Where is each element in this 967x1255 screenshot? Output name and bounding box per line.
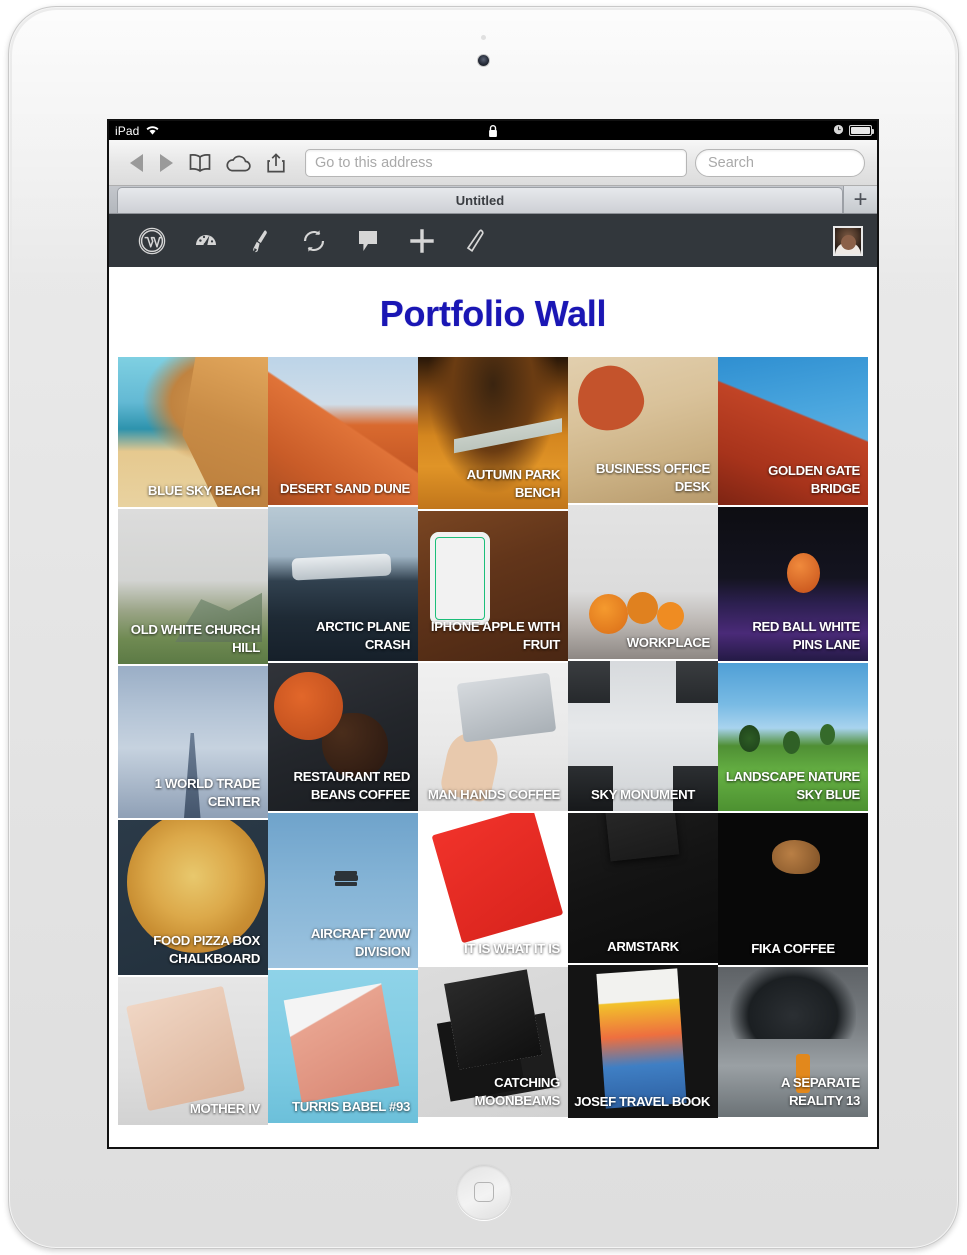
pizza-toppings xyxy=(154,851,178,873)
avatar-face xyxy=(840,235,856,251)
gallery-tile[interactable]: CATCHING MOONBEAMS xyxy=(418,967,568,1117)
portfolio-grid: BLUE SKY BEACH OLD WHITE CHURCH HILL 1 WOR… xyxy=(118,357,868,1125)
gallery-tile[interactable]: IT IS WHAT IT IS xyxy=(418,813,568,965)
gallery-tile[interactable]: ARCTIC PLANE CRASH xyxy=(268,507,418,661)
gallery-tile-caption: SKY MONUMENT xyxy=(591,787,695,803)
gallery-tile-caption: WORKPLACE xyxy=(626,635,711,651)
dashboard-speedometer-icon[interactable] xyxy=(179,214,233,267)
ambient-light-sensor xyxy=(481,35,486,40)
front-camera xyxy=(478,55,489,66)
wordpress-admin-bar xyxy=(109,214,877,267)
forward-arrow-icon[interactable] xyxy=(151,148,181,178)
gallery-tile-caption: AIRCRAFT 2WW DIVISION xyxy=(310,925,410,960)
tab-untitled[interactable]: Untitled xyxy=(117,187,843,213)
gallery-tile[interactable]: AUTUMN PARK BENCH xyxy=(418,357,568,509)
gallery-tile-caption: DESERT SAND DUNE xyxy=(280,481,410,497)
home-square-icon xyxy=(473,1182,494,1202)
gallery-tile-caption: IT IS WHAT IT IS xyxy=(464,941,560,957)
gallery-tile[interactable]: JOSEF TRAVEL BOOK xyxy=(568,965,718,1118)
gallery-tile[interactable]: SKY MONUMENT xyxy=(568,661,718,811)
gallery-tile[interactable]: RESTAURANT RED BEANS COFFEE xyxy=(268,663,418,811)
cloud-icon[interactable] xyxy=(219,148,257,178)
user-avatar[interactable] xyxy=(833,225,863,256)
search-input[interactable]: Search xyxy=(695,148,865,177)
gallery-tile[interactable]: AIRCRAFT 2WW DIVISION xyxy=(268,813,418,968)
page-title: Portfolio Wall xyxy=(379,293,607,334)
status-device-label: iPad xyxy=(115,123,140,138)
comment-bubble-icon[interactable] xyxy=(341,214,395,267)
wifi-icon xyxy=(145,124,160,138)
gallery-tile-caption: LANDSCAPE NATURE SKY BLUE xyxy=(725,768,860,803)
ipad-screen: iPad Go to this address Search Untitled … xyxy=(107,119,879,1149)
gallery-tile[interactable]: BLUE SKY BEACH xyxy=(118,357,268,507)
gallery-tile-caption: JOSEF TRAVEL BOOK xyxy=(574,1094,710,1110)
gallery-tile-caption: ARMSTARK xyxy=(607,939,679,955)
gallery-tile-caption: IPHONE APPLE WITH FRUIT xyxy=(430,618,560,653)
gallery-tile[interactable]: WORKPLACE xyxy=(568,505,718,659)
updates-refresh-icon[interactable] xyxy=(287,214,341,267)
phone-screen xyxy=(437,542,483,615)
lock-icon xyxy=(488,124,499,138)
gallery-tile-caption: RESTAURANT RED BEANS COFFEE xyxy=(293,768,411,803)
gallery-tile-caption: ARCTIC PLANE CRASH xyxy=(316,618,410,653)
share-icon[interactable] xyxy=(257,148,295,178)
wordpress-logo-icon[interactable] xyxy=(125,214,179,267)
gallery-tile-caption: RED BALL WHITE PINS LANE xyxy=(752,618,860,653)
paintbrush-icon[interactable] xyxy=(233,214,287,267)
address-bar[interactable]: Go to this address xyxy=(305,148,687,177)
gallery-tile[interactable]: FOOD PIZZA BOX CHALKBOARD xyxy=(118,820,268,975)
battery-icon xyxy=(849,125,874,136)
gallery-tile-caption: BUSINESS OFFICE DESK xyxy=(595,460,711,495)
gallery-tile[interactable]: BUSINESS OFFICE DESK xyxy=(568,357,718,503)
gallery-tile[interactable]: ARMSTARK xyxy=(568,813,718,963)
gallery-tile[interactable]: TURRIS BABEL #93 xyxy=(268,970,418,1123)
gallery-tile[interactable]: IPHONE APPLE WITH FRUIT xyxy=(418,511,568,661)
status-right-group xyxy=(833,124,874,138)
gallery-tile[interactable]: LANDSCAPE NATURE SKY BLUE xyxy=(718,663,868,811)
new-tab-button[interactable]: + xyxy=(843,186,877,213)
gallery-tile[interactable]: OLD WHITE CHURCH HILL xyxy=(118,509,268,664)
ipad-device-frame: iPad Go to this address Search Untitled … xyxy=(8,6,959,1249)
gallery-tile-caption: GOLDEN GATE BRIDGE xyxy=(768,462,860,497)
gallery-tile-caption: BLUE SKY BEACH xyxy=(147,483,260,499)
gallery-tile[interactable]: GOLDEN GATE BRIDGE xyxy=(718,357,868,505)
web-page: Portfolio Wall BLUE SKY BEACH OLD WHITE C… xyxy=(109,214,877,1147)
browser-toolbar: Go to this address Search xyxy=(109,140,877,186)
gallery-tile-caption: AUTUMN PARK BENCH xyxy=(466,466,561,501)
gallery-tile-caption: 1 WORLD TRADE CENTER xyxy=(154,775,261,810)
ios-status-bar: iPad xyxy=(109,121,877,140)
book-icon[interactable] xyxy=(181,148,219,178)
tab-label: Untitled xyxy=(455,193,505,208)
gallery-tile[interactable]: A SEPARATE REALITY 13 xyxy=(718,967,868,1117)
gallery-tile[interactable]: FIKA COFFEE xyxy=(718,813,868,965)
browser-tab-bar: Untitled + xyxy=(109,186,877,214)
back-arrow-icon[interactable] xyxy=(121,148,151,178)
gallery-tile-caption: TURRIS BABEL #93 xyxy=(291,1099,410,1115)
gallery-tile-caption: FOOD PIZZA BOX CHALKBOARD xyxy=(153,932,260,967)
gallery-tile[interactable]: MOTHER IV xyxy=(118,977,268,1125)
plus-icon: + xyxy=(853,185,868,213)
clock-icon xyxy=(833,124,844,138)
gallery-tile[interactable]: DESERT SAND DUNE xyxy=(268,357,418,505)
gallery-tile-caption: MOTHER IV xyxy=(189,1101,260,1117)
gallery-tile-caption: CATCHING MOONBEAMS xyxy=(474,1074,561,1109)
pencil-edit-icon[interactable] xyxy=(449,214,503,267)
gallery-tile-caption: A SEPARATE REALITY 13 xyxy=(780,1074,860,1109)
gallery-tile-caption: OLD WHITE CHURCH HILL xyxy=(130,621,261,656)
gallery-tile-caption: MAN HANDS COFFEE xyxy=(427,787,560,803)
address-placeholder: Go to this address xyxy=(315,154,433,171)
gallery-tile[interactable]: 1 WORLD TRADE CENTER xyxy=(118,666,268,818)
gallery-tile[interactable]: RED BALL WHITE PINS LANE xyxy=(718,507,868,661)
search-placeholder: Search xyxy=(708,154,754,171)
plus-icon[interactable] xyxy=(395,214,449,267)
gallery-tile-caption: FIKA COFFEE xyxy=(751,941,835,957)
gallery-tile[interactable]: MAN HANDS COFFEE xyxy=(418,663,568,811)
home-button[interactable] xyxy=(455,1164,512,1220)
